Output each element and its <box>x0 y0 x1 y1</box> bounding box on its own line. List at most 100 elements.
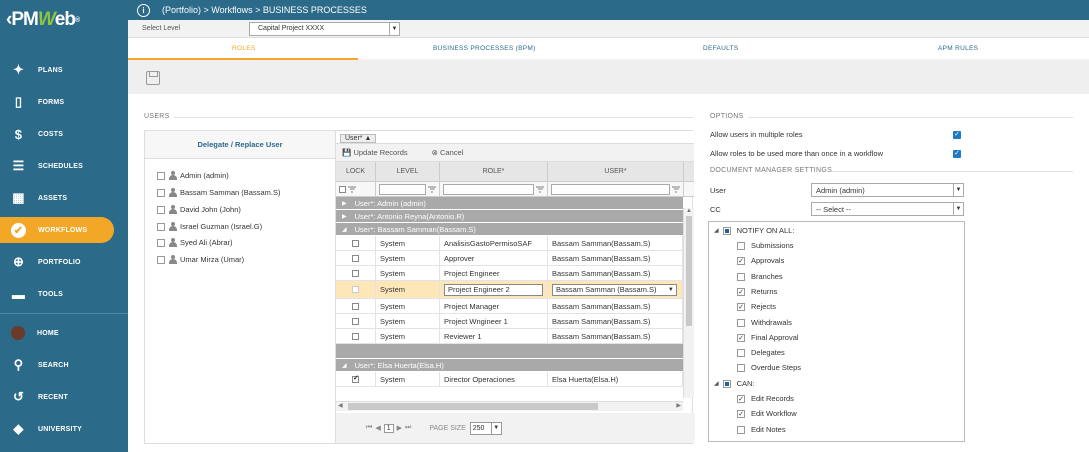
delegate-replace-user-button[interactable]: Delegate / Replace User <box>145 131 335 159</box>
group-row[interactable]: ▶ User*: Admin (admin) <box>336 197 683 210</box>
lock-checkbox[interactable] <box>352 254 359 262</box>
tree-checkbox-checked[interactable]: ✓ <box>737 256 745 265</box>
user-item[interactable]: Bassam Samman (Bassam.S) <box>157 188 280 197</box>
collapse-icon[interactable]: ◢ <box>714 380 719 387</box>
group-row[interactable]: ◢ User*: Elsa Huerta(Elsa.H) <box>336 359 683 372</box>
filter-role-input[interactable] <box>443 183 534 195</box>
filter-user-input[interactable] <box>551 183 670 195</box>
tree-checkbox[interactable] <box>737 348 745 357</box>
nav-schedules[interactable]: ☰ SCHEDULES <box>0 150 128 182</box>
last-page-icon[interactable]: ⏭ <box>405 424 411 432</box>
page-size-select[interactable]: 250 ▼ <box>469 421 502 435</box>
table-row[interactable]: System Approver Bassam Samman(Bassam.S) <box>336 251 683 266</box>
lock-checkbox[interactable] <box>352 332 359 340</box>
cc-dropdown[interactable]: -- Select -- ▼ <box>811 202 964 216</box>
user-item[interactable]: Admin (admin) <box>157 171 229 180</box>
select-level-dropdown[interactable]: Capital Project XXXX ▼ <box>249 22 400 36</box>
tree-item-notify-all[interactable]: ◢ NOTIFY ON ALL: <box>714 226 794 235</box>
nav-portfolio[interactable]: ⊕ PORTFOLIO <box>0 246 128 278</box>
nav-assets[interactable]: ▦ ASSETS <box>0 182 128 214</box>
nav-costs[interactable]: $ COSTS <box>0 118 128 150</box>
save-icon[interactable] <box>146 71 160 85</box>
tree-checkbox[interactable] <box>737 425 745 434</box>
table-row[interactable]: System Project Engineer Bassam Samman(Bass… <box>336 266 683 281</box>
lock-checkbox[interactable] <box>352 239 359 247</box>
tree-item[interactable]: ✓ Edit Workflow <box>737 409 797 418</box>
collapse-icon[interactable]: ◢ <box>342 362 347 369</box>
tree-item[interactable]: ✓ Approvals <box>737 256 784 265</box>
tree-checkbox[interactable] <box>737 272 745 281</box>
lock-checkbox[interactable] <box>352 317 359 325</box>
nav-recent[interactable]: ↺ RECENT <box>0 381 128 413</box>
user-checkbox[interactable] <box>157 188 165 197</box>
scroll-left-icon[interactable]: ◀ <box>338 402 343 409</box>
expand-icon[interactable]: ▶ <box>342 213 347 220</box>
user-item[interactable]: Israel Guzman (Israel.G) <box>157 222 262 231</box>
tree-item[interactable]: Branches <box>737 272 783 281</box>
table-row-selected[interactable]: System Project Engineer 2 Bassam Samman (B… <box>336 281 683 299</box>
group-by-chip[interactable]: User* ▲ <box>340 134 377 143</box>
tree-item[interactable]: Submissions <box>737 241 794 250</box>
nav-workflows[interactable]: ✔ WORKFLOWS <box>0 217 114 243</box>
tree-checkbox[interactable] <box>722 379 731 388</box>
expand-icon[interactable]: ▶ <box>342 200 347 207</box>
prev-page-icon[interactable]: ◀ <box>375 424 380 432</box>
tree-item[interactable]: Withdrawals <box>737 318 792 327</box>
tab-apm-rules[interactable]: APM RULES <box>938 45 978 52</box>
tree-checkbox[interactable] <box>737 241 745 250</box>
filter-icon[interactable] <box>428 185 436 193</box>
horizontal-scrollbar[interactable]: ◀ ▶ <box>336 401 683 411</box>
tree-checkbox-checked[interactable]: ✓ <box>737 302 745 311</box>
lock-checkbox[interactable] <box>352 374 359 383</box>
scroll-right-icon[interactable]: ▶ <box>676 402 681 409</box>
col-level[interactable]: LEVEL <box>376 162 440 181</box>
tree-checkbox[interactable] <box>737 363 745 372</box>
tree-item[interactable]: ✓ Edit Records <box>737 394 794 403</box>
scroll-up-icon[interactable]: ▲ <box>684 208 694 214</box>
info-icon[interactable]: i <box>137 3 150 17</box>
filter-lock-checkbox[interactable] <box>339 185 346 193</box>
filter-level-input[interactable] <box>379 183 426 195</box>
user-dropdown[interactable]: Admin (admin) ▼ <box>811 183 964 197</box>
first-page-icon[interactable]: ⏮ <box>366 424 372 432</box>
nav-home[interactable]: HOME <box>0 317 128 349</box>
allow-roles-once-checkbox[interactable]: ✓ <box>953 150 961 158</box>
scroll-thumb[interactable] <box>348 403 598 410</box>
table-row[interactable]: SystemDirector OperacionesElsa Huerta(El… <box>336 372 683 387</box>
group-row[interactable]: ◢ User*: Bassam Samman(Bassam.S) <box>336 223 683 236</box>
lock-checkbox[interactable] <box>352 269 359 277</box>
tab-roles[interactable]: ROLES <box>232 45 256 52</box>
tree-item-can[interactable]: ◢ CAN: <box>714 379 755 388</box>
user-checkbox[interactable] <box>157 205 165 214</box>
nav-tools[interactable]: ▬ TOOLS <box>0 278 128 310</box>
table-row[interactable]: System Reviewer 1 Bassam Samman(Bassam.S) <box>336 329 683 344</box>
pmweb-logo[interactable]: ‹PM Web ® <box>0 0 128 40</box>
lock-checkbox[interactable] <box>352 302 359 310</box>
tab-business-processes[interactable]: BUSINESS PROCESSES (BPM) <box>433 45 536 52</box>
tree-checkbox-checked[interactable]: ✓ <box>737 394 745 403</box>
collapse-icon[interactable]: ◢ <box>714 227 719 234</box>
nav-forms[interactable]: ▯ FORMS <box>0 86 128 118</box>
filter-icon[interactable] <box>348 185 356 193</box>
nav-plans[interactable]: ✦ PLANS <box>0 54 128 86</box>
vertical-scrollbar[interactable]: ▲ <box>683 208 694 398</box>
tree-checkbox[interactable] <box>722 226 731 235</box>
tree-item[interactable]: Overdue Steps <box>737 363 801 372</box>
table-row[interactable]: System Project Wngineer 1 Bassam Samman(Ba… <box>336 314 683 329</box>
tree-checkbox-checked[interactable]: ✓ <box>737 333 745 342</box>
tree-checkbox-checked[interactable]: ✓ <box>737 409 745 418</box>
tree-item[interactable]: ✓ Rejects <box>737 302 776 311</box>
scroll-thumb[interactable] <box>686 216 692 326</box>
cancel-button[interactable]: ⊗ Cancel <box>432 148 476 157</box>
user-item[interactable]: David John (John) <box>157 205 241 214</box>
nav-search[interactable]: ⚲ SEARCH <box>0 349 128 381</box>
tree-item[interactable]: ✓ Final Approval <box>737 333 799 342</box>
table-row[interactable]: System AnalisisGastoPermisoSAF Bassam Samm… <box>336 236 683 251</box>
next-page-icon[interactable]: ▶ <box>397 424 402 432</box>
col-lock[interactable]: LOCK <box>336 162 376 181</box>
tree-item[interactable]: Delegates <box>737 348 785 357</box>
user-checkbox[interactable] <box>157 255 165 264</box>
page-number[interactable]: 1 <box>383 423 394 433</box>
user-editor[interactable]: Bassam Samman (Bassam.S) ▼ <box>552 283 677 296</box>
user-item[interactable]: Umar Mirza (Umar) <box>157 255 244 264</box>
